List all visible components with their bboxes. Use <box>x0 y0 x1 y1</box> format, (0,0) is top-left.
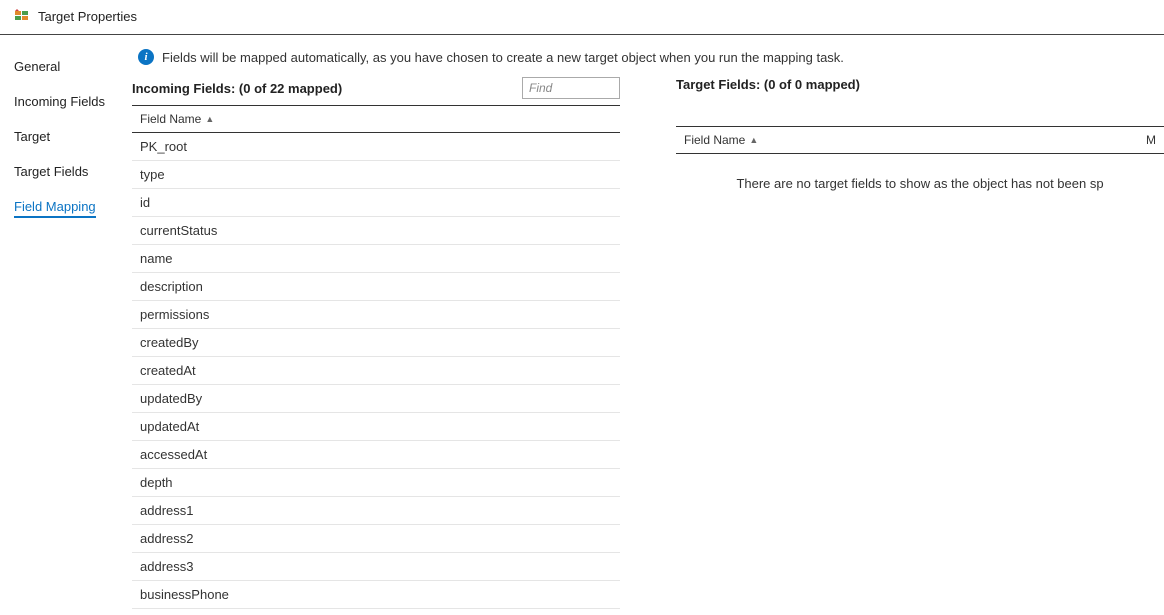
table-row[interactable]: address3 <box>132 553 620 581</box>
table-row[interactable]: type <box>132 161 620 189</box>
sidebar-item-target[interactable]: Target <box>14 123 114 158</box>
target-table-header[interactable]: Field Name ▲ M <box>676 127 1164 154</box>
column-header-label: Field Name <box>684 133 745 147</box>
info-icon: i <box>138 49 154 65</box>
incoming-table-header[interactable]: Field Name ▲ <box>132 106 620 133</box>
info-bar: i Fields will be mapped automatically, a… <box>132 49 1164 65</box>
table-row[interactable]: name <box>132 245 620 273</box>
table-row[interactable]: city <box>132 609 620 610</box>
sidebar-item-label: Incoming Fields <box>14 94 105 109</box>
sidebar-item-label: General <box>14 59 60 74</box>
incoming-rows-scroll[interactable]: PK_roottypeidcurrentStatusnamedescriptio… <box>132 133 620 610</box>
table-row[interactable]: businessPhone <box>132 581 620 609</box>
panel-header: Target Properties <box>0 0 1164 35</box>
info-message: Fields will be mapped automatically, as … <box>162 50 844 65</box>
sort-asc-icon: ▲ <box>205 114 214 124</box>
panel-title: Target Properties <box>38 9 137 24</box>
target-properties-panel: Target Properties General Incoming Field… <box>0 0 1164 615</box>
target-fields-title: Target Fields: (0 of 0 mapped) <box>676 77 860 92</box>
table-row[interactable]: accessedAt <box>132 441 620 469</box>
sidebar-item-field-mapping[interactable]: Field Mapping <box>14 193 114 232</box>
incoming-fields-title: Incoming Fields: (0 of 22 mapped) <box>132 81 342 96</box>
target-extra-column: M <box>1146 133 1156 147</box>
field-mapping-columns: Incoming Fields: (0 of 22 mapped) Field … <box>132 77 1164 610</box>
find-input[interactable] <box>522 77 620 99</box>
table-row[interactable]: createdBy <box>132 329 620 357</box>
incoming-fields-table: Field Name ▲ PK_roottypeidcurrentStatusn… <box>132 105 620 610</box>
content-area: i Fields will be mapped automatically, a… <box>122 35 1164 610</box>
table-row[interactable]: id <box>132 189 620 217</box>
sidebar-item-label: Target Fields <box>14 164 88 179</box>
target-empty-message: There are no target fields to show as th… <box>676 154 1164 191</box>
table-row[interactable]: permissions <box>132 301 620 329</box>
panel-body: General Incoming Fields Target Target Fi… <box>0 35 1164 610</box>
table-row[interactable]: currentStatus <box>132 217 620 245</box>
sort-asc-icon: ▲ <box>749 135 758 145</box>
field-name-column-header: Field Name ▲ <box>684 133 758 147</box>
target-table-body: There are no target fields to show as th… <box>676 154 1164 610</box>
target-column-header-row: Target Fields: (0 of 0 mapped) <box>676 77 1164 92</box>
table-row[interactable]: updatedBy <box>132 385 620 413</box>
incoming-fields-column: Incoming Fields: (0 of 22 mapped) Field … <box>132 77 620 610</box>
field-name-column-header: Field Name ▲ <box>140 112 214 126</box>
target-fields-column: Target Fields: (0 of 0 mapped) Field Nam… <box>676 77 1164 610</box>
sidebar-item-target-fields[interactable]: Target Fields <box>14 158 114 193</box>
table-row[interactable]: description <box>132 273 620 301</box>
sidebar-item-incoming-fields[interactable]: Incoming Fields <box>14 88 114 123</box>
table-row[interactable]: address2 <box>132 525 620 553</box>
target-icon <box>14 8 30 24</box>
table-row[interactable]: createdAt <box>132 357 620 385</box>
target-fields-table: Field Name ▲ M There are no target field… <box>676 126 1164 610</box>
sidebar-item-label: Target <box>14 129 50 144</box>
incoming-column-header-row: Incoming Fields: (0 of 22 mapped) <box>132 77 620 99</box>
sidebar: General Incoming Fields Target Target Fi… <box>0 35 122 610</box>
table-row[interactable]: PK_root <box>132 133 620 161</box>
sidebar-item-general[interactable]: General <box>14 53 114 88</box>
sidebar-item-label: Field Mapping <box>14 199 96 218</box>
table-row[interactable]: updatedAt <box>132 413 620 441</box>
incoming-table-body: PK_roottypeidcurrentStatusnamedescriptio… <box>132 133 620 610</box>
table-row[interactable]: address1 <box>132 497 620 525</box>
table-row[interactable]: depth <box>132 469 620 497</box>
column-header-label: Field Name <box>140 112 201 126</box>
